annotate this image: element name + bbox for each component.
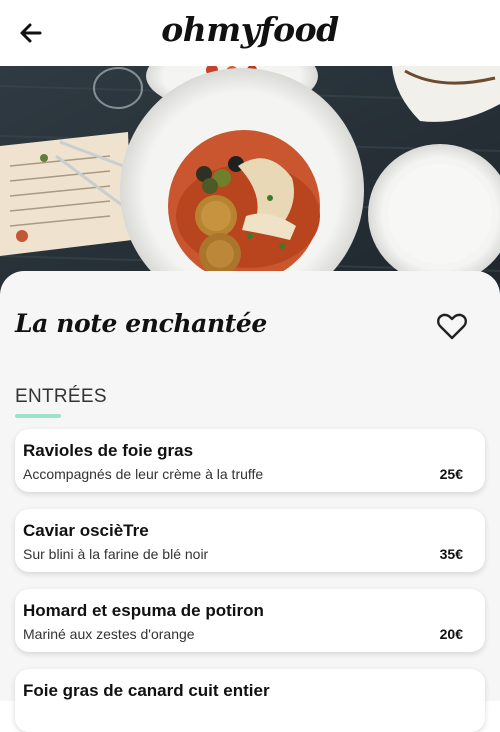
restaurant-name: La note enchantée xyxy=(15,309,267,338)
dish-name: Foie gras de canard cuit entier xyxy=(23,681,270,700)
app-header: ohmyfood xyxy=(0,0,500,66)
dish-price: 35€ xyxy=(439,546,463,562)
dish-description: Accompagnés de leur crème à la truffe xyxy=(23,466,264,482)
heart-outline-icon xyxy=(437,313,467,340)
dish-name: Caviar oscièTre xyxy=(23,521,149,540)
app-logo[interactable]: ohmyfood xyxy=(0,10,500,49)
dish-card[interactable]: Homard et espuma de potiron Mariné aux z… xyxy=(15,589,485,652)
section-underline xyxy=(15,414,61,418)
section-title: ENTRÉES xyxy=(15,386,107,407)
dish-card[interactable]: Foie gras de canard cuit entier xyxy=(15,669,485,732)
hero-image xyxy=(0,66,500,296)
dish-description: Sur blini à la farine de blé noir xyxy=(23,546,209,562)
dish-price: 20€ xyxy=(439,626,463,642)
restaurant-card: La note enchantée ENTRÉES Ravioles de fo… xyxy=(0,271,500,732)
dish-name: Ravioles de foie gras xyxy=(23,441,194,460)
dish-price: 25€ xyxy=(439,466,463,482)
dish-card[interactable]: Caviar oscièTre Sur blini à la farine de… xyxy=(15,509,485,572)
dish-card[interactable]: Ravioles de foie gras Accompagnés de leu… xyxy=(15,429,485,492)
favorite-button[interactable] xyxy=(436,311,468,341)
dish-name: Homard et espuma de potiron xyxy=(23,601,264,620)
dish-photo xyxy=(0,66,500,296)
dish-description: Mariné aux zestes d'orange xyxy=(23,626,195,642)
